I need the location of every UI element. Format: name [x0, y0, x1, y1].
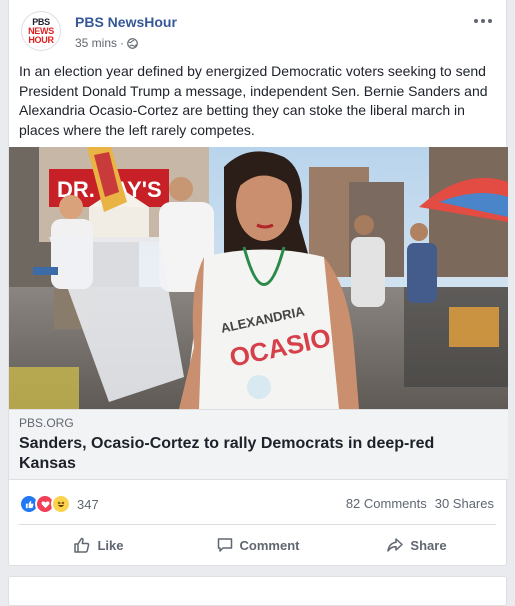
timestamp[interactable]: 35 mins [75, 36, 117, 50]
post-meta: 35 mins · [75, 36, 138, 50]
like-label: Like [97, 537, 124, 553]
actions-divider [19, 524, 496, 525]
comment-button[interactable]: Comment [178, 528, 337, 562]
page-avatar[interactable]: PBS NEWS HOUR [21, 11, 61, 51]
comments-count[interactable]: 82 Comments [346, 496, 427, 511]
share-label: Share [410, 537, 447, 553]
reaction-count[interactable]: 347 [77, 497, 99, 512]
meta-separator: · [120, 36, 125, 50]
haha-icon [51, 494, 71, 514]
page-name-link[interactable]: PBS NewsHour [75, 14, 177, 30]
more-options-icon[interactable] [474, 15, 494, 27]
comment-label: Comment [239, 537, 300, 553]
globe-icon[interactable] [127, 37, 138, 49]
post-header: PBS NEWS HOUR PBS NewsHour 35 mins · [19, 11, 496, 53]
thumbs-up-icon [74, 537, 90, 553]
like-button[interactable]: Like [19, 528, 178, 562]
link-domain: PBS.ORG [19, 416, 74, 430]
photo-illustration: DR. JAY'S ALEXANDRIA OCASIO [9, 147, 508, 409]
shares-count[interactable]: 30 Shares [435, 496, 494, 511]
action-bar: Like Comment Share [19, 528, 496, 562]
post-card: PBS NEWS HOUR PBS NewsHour 35 mins · In … [8, 0, 508, 566]
engagement-counts: 82 Comments 30 Shares [346, 496, 494, 511]
share-button[interactable]: Share [337, 528, 496, 562]
link-headline[interactable]: Sanders, Ocasio-Cortez to rally Democrat… [19, 434, 489, 474]
reactions-summary[interactable]: 347 [19, 494, 99, 514]
comment-icon [217, 538, 232, 552]
link-preview[interactable]: PBS.ORG Sanders, Ocasio-Cortez to rally … [9, 409, 508, 480]
share-icon [387, 538, 404, 552]
post-text: In an election year defined by energized… [19, 63, 488, 138]
post-photo[interactable]: DR. JAY'S ALEXANDRIA OCASIO [9, 147, 508, 409]
avatar-line-3: HOUR [28, 34, 54, 45]
next-post-card [8, 576, 507, 606]
